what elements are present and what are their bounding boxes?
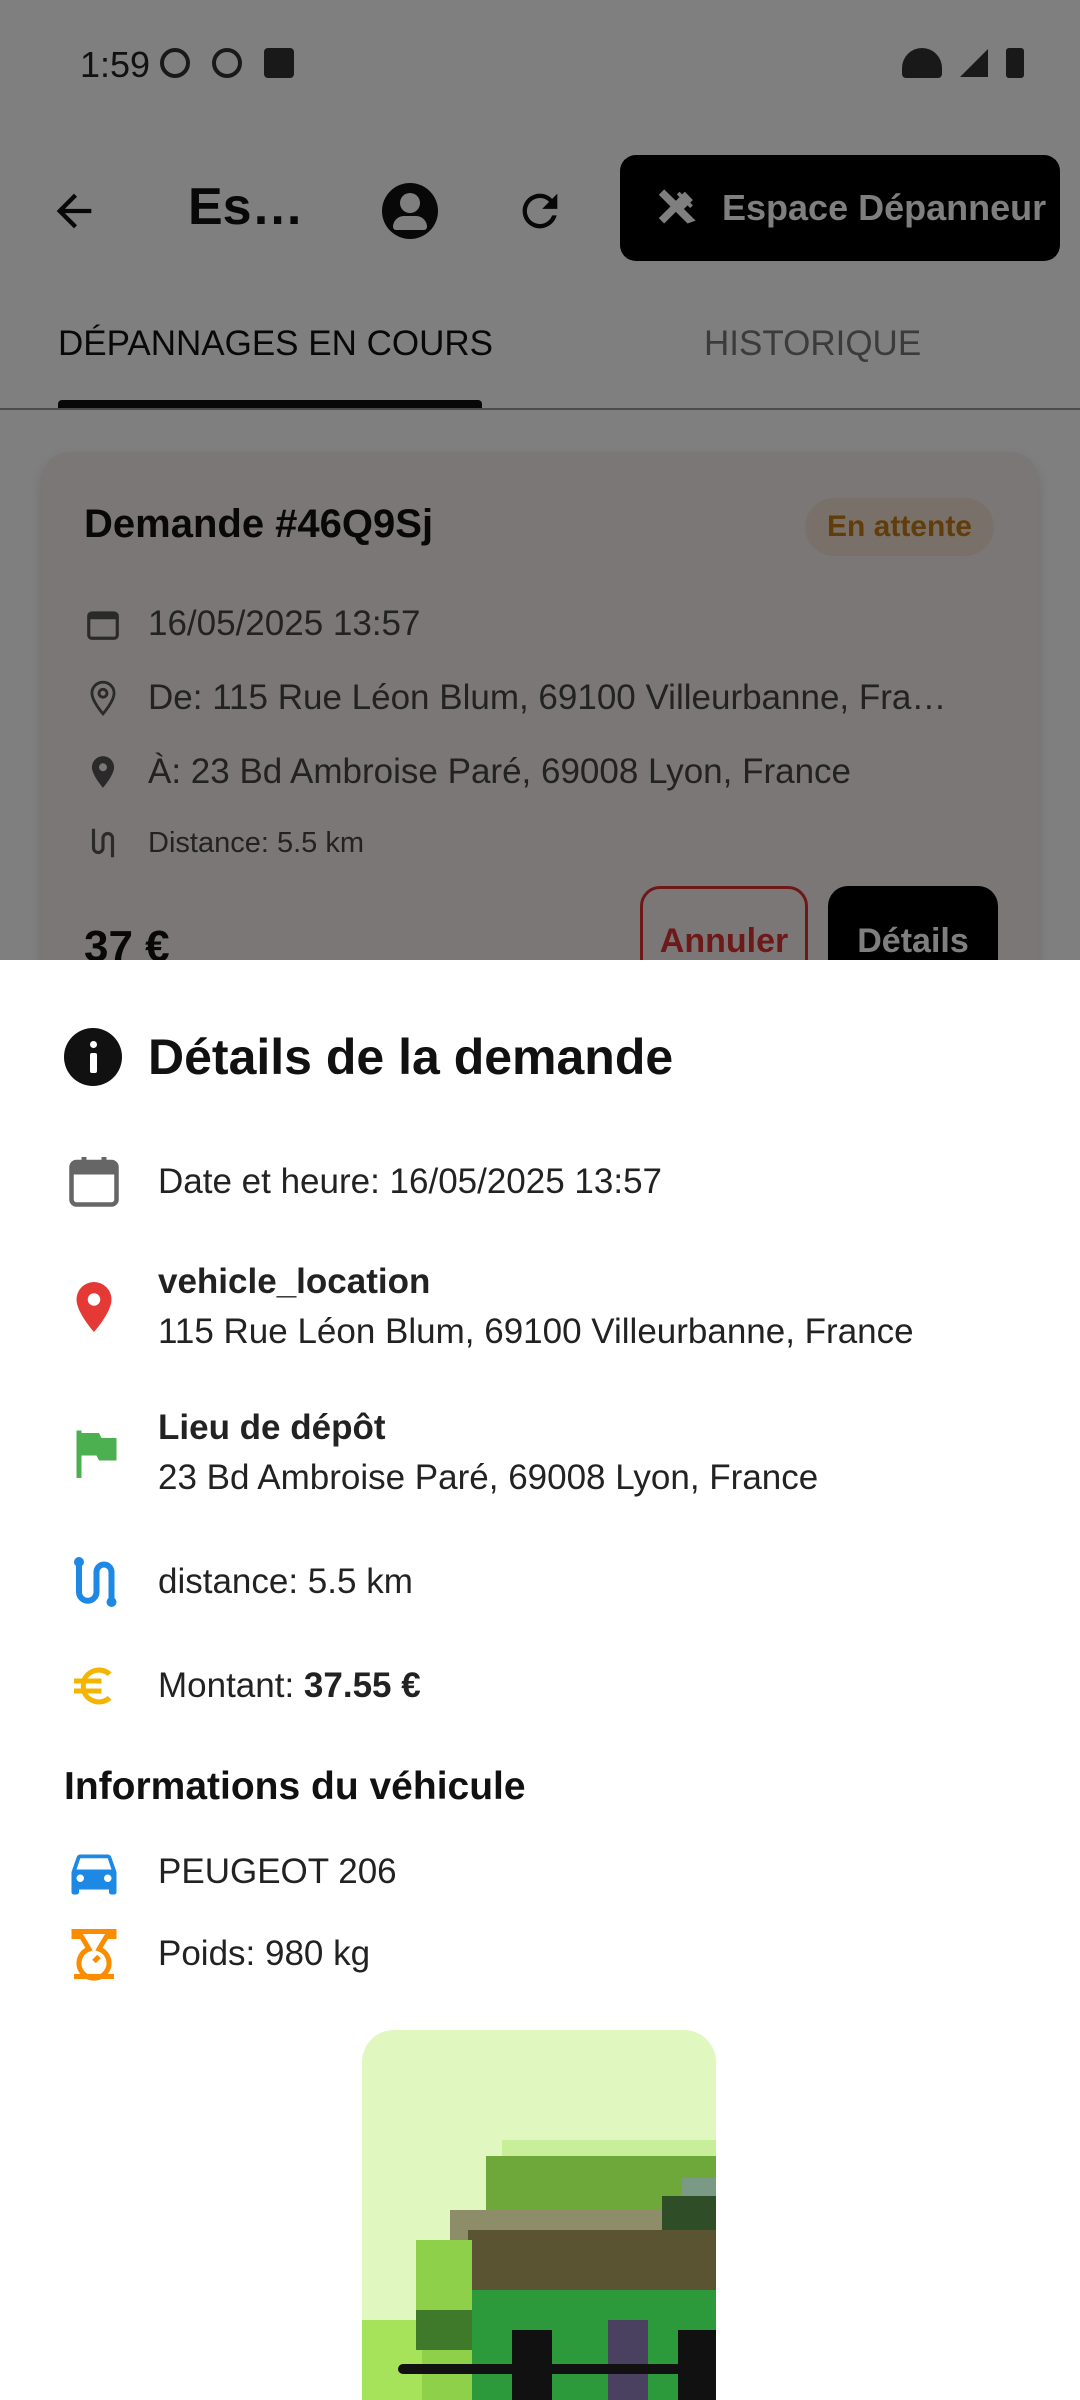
distance-row: distance: 5.5 km	[64, 1552, 413, 1612]
sheet-title: Détails de la demande	[148, 1029, 674, 1085]
datetime-text: Date et heure: 16/05/2025 13:57	[158, 1162, 663, 1201]
amount-value: 37.55 €	[303, 1666, 421, 1705]
modal-scrim[interactable]	[0, 0, 1080, 960]
request-details-sheet: Détails de la demande Date et heure: 16/…	[0, 960, 1080, 2400]
location-label: vehicle_location	[158, 1262, 431, 1301]
depot-row: Lieu de dépôt 23 Bd Ambroise Paré, 69008…	[64, 1408, 818, 1498]
amount-text: Montant: 37.55 €	[158, 1666, 421, 1706]
location-text-block: vehicle_location 115 Rue Léon Blum, 6910…	[158, 1262, 914, 1352]
sheet-header: Détails de la demande	[64, 1028, 673, 1086]
calendar-icon	[69, 1157, 119, 1207]
location-value: 115 Rue Léon Blum, 69100 Villeurbanne, F…	[158, 1312, 914, 1351]
amount-label: Montant:	[158, 1666, 304, 1705]
vehicle-model-row: PEUGEOT 206	[64, 1842, 397, 1902]
amount-row: Montant: 37.55 €	[64, 1656, 421, 1716]
home-gesture-bar[interactable]	[398, 2364, 682, 2374]
screen: 1:59 Es… Espace Dépanneur DÉPANNAGES E	[0, 0, 1080, 2400]
vehicle-model: PEUGEOT 206	[158, 1852, 397, 1891]
location-pin-icon	[76, 1282, 112, 1332]
location-row: vehicle_location 115 Rue Léon Blum, 6910…	[64, 1262, 914, 1352]
distance-text: distance: 5.5 km	[158, 1562, 413, 1601]
weight-row: Poids: 980 kg	[64, 1924, 370, 1984]
datetime-row: Date et heure: 16/05/2025 13:57	[64, 1152, 662, 1212]
depot-value: 23 Bd Ambroise Paré, 69008 Lyon, France	[158, 1458, 819, 1497]
euro-icon	[74, 1667, 112, 1705]
info-icon	[64, 1028, 122, 1086]
route-icon	[74, 1557, 117, 1607]
weight-text: Poids: 980 kg	[158, 1934, 371, 1973]
vehicle-section-title: Informations du véhicule	[64, 1765, 526, 1808]
depot-text-block: Lieu de dépôt 23 Bd Ambroise Paré, 69008…	[158, 1408, 818, 1498]
depot-label: Lieu de dépôt	[158, 1408, 386, 1447]
scale-icon	[71, 1929, 117, 1981]
flag-icon	[76, 1430, 117, 1478]
vehicle-photo	[362, 2030, 716, 2400]
car-icon	[71, 1854, 117, 1895]
